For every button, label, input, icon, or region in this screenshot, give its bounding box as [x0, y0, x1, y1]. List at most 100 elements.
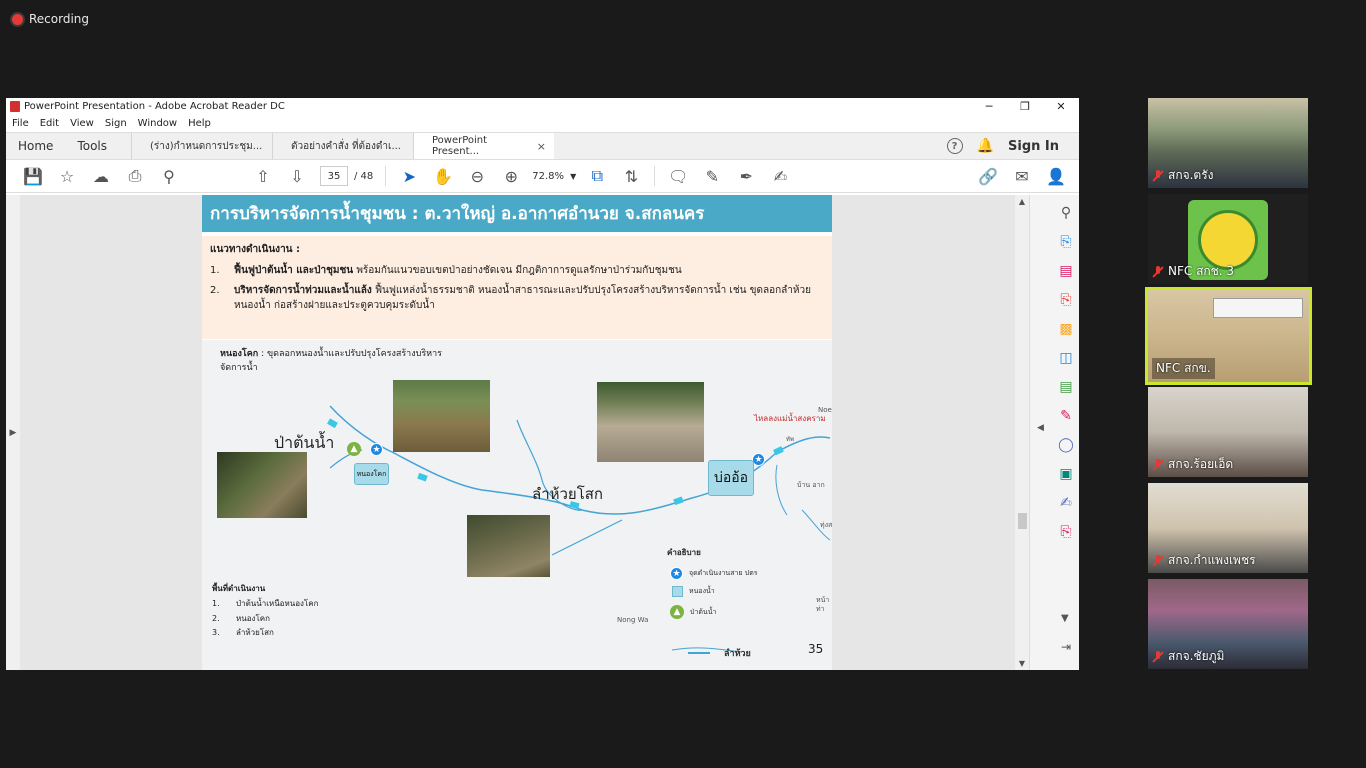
- photo-forest: [217, 452, 307, 518]
- close-tab-icon[interactable]: ×: [537, 140, 546, 153]
- participant-name: สกจ.กำแพงเพชร: [1152, 551, 1256, 570]
- mic-muted-icon: [1152, 458, 1164, 471]
- minimize-button[interactable]: ─: [971, 100, 1007, 113]
- tab-home[interactable]: Home: [6, 133, 65, 159]
- enhance-scan-icon[interactable]: ▣: [1056, 464, 1076, 484]
- help-icon[interactable]: ?: [946, 138, 963, 154]
- map-edge-label: บ้าน อาก: [797, 481, 825, 489]
- toolbar-divider: [654, 166, 656, 186]
- fill-sign-icon[interactable]: ✍: [763, 167, 797, 186]
- vertical-scrollbar[interactable]: ▲ ▼: [1015, 195, 1029, 670]
- export-pdf-icon[interactable]: ⎘: [1056, 232, 1076, 252]
- highlight-pen-icon[interactable]: ✎: [695, 167, 729, 186]
- doc-tab-label: (ร่าง)กำหนดการประชุม...: [150, 140, 263, 152]
- menu-view[interactable]: View: [70, 118, 94, 129]
- protect-shield-icon[interactable]: ◯: [1056, 435, 1076, 455]
- banner: [1213, 298, 1303, 318]
- pdf-page: การบริหารจัดการน้ำชุมชน : ต.วาใหญ่ อ.อาก…: [202, 195, 832, 670]
- upload-cloud-icon[interactable]: ☁: [84, 167, 118, 186]
- legend-item: หนองน้ำ: [672, 586, 715, 597]
- zoom-in-icon[interactable]: ⊕: [494, 167, 528, 186]
- draw-icon[interactable]: ✒: [729, 167, 763, 186]
- town-label: Nong Wa: [617, 616, 649, 624]
- menu-window[interactable]: Window: [138, 118, 177, 129]
- scroll-thumb[interactable]: [1018, 513, 1027, 529]
- create-pdf-icon[interactable]: ⎘: [1056, 290, 1076, 310]
- label-outflow: ไหลลงแม่น้ำสงคราม: [754, 414, 826, 423]
- expand-tools-icon[interactable]: ▼: [1061, 613, 1069, 624]
- compress-icon[interactable]: ▤: [1056, 377, 1076, 397]
- select-cursor-icon[interactable]: ➤: [392, 167, 426, 186]
- maximize-button[interactable]: ❐: [1007, 100, 1043, 113]
- more-tools-icon[interactable]: ⎘: [1056, 522, 1076, 542]
- participant-tile[interactable]: NFC สกช. 3: [1148, 194, 1308, 284]
- comment-icon[interactable]: 🗨: [661, 167, 695, 186]
- participant-tile[interactable]: สกจ.ตรัง: [1148, 98, 1308, 188]
- share-export-icon[interactable]: ⇥: [1061, 640, 1071, 654]
- search-tool-icon[interactable]: ⚲: [1056, 203, 1076, 223]
- doc-tab-label: ตัวอย่างคำสั่ง ที่ต้องดำเ...: [291, 140, 401, 152]
- pond-square-icon: [672, 586, 683, 597]
- participant-tile[interactable]: สกจ.ชัยภูมิ: [1148, 579, 1308, 669]
- doc-tab-command[interactable]: ตัวอย่างคำสั่ง ที่ต้องดำเ...: [272, 133, 413, 159]
- scroll-mode-icon[interactable]: ⇅: [614, 167, 648, 186]
- recording-dot-icon: [12, 13, 23, 25]
- guideline-item: 2. บริหารจัดการน้ำท่วมและน้ำแล้ง ฟื้นฟูแ…: [210, 283, 824, 313]
- participant-tile[interactable]: สกจ.กำแพงเพชร: [1148, 483, 1308, 573]
- doc-tab-agenda[interactable]: (ร่าง)กำหนดการประชุม...: [131, 133, 272, 159]
- sign-in-button[interactable]: Sign In: [1008, 139, 1059, 154]
- save-icon[interactable]: 💾: [16, 167, 50, 186]
- map-note-bold: หนองโคก: [220, 349, 259, 359]
- collapse-panel-icon[interactable]: ◀: [1037, 423, 1044, 433]
- bell-icon[interactable]: 🔔: [977, 138, 994, 154]
- zoom-out-icon[interactable]: ⊖: [460, 167, 494, 186]
- email-icon[interactable]: ✉: [1005, 167, 1039, 186]
- print-icon[interactable]: ⎙: [118, 166, 152, 186]
- share-link-icon[interactable]: 🔗: [971, 167, 1005, 186]
- add-user-icon[interactable]: 👤: [1039, 167, 1073, 186]
- page-fit-icon[interactable]: ⧉: [580, 166, 614, 186]
- menu-sign[interactable]: Sign: [105, 118, 127, 129]
- comment-tool-icon[interactable]: ▩: [1056, 319, 1076, 339]
- page-number-input[interactable]: 35: [320, 166, 348, 186]
- stream-line-icon: [688, 652, 710, 654]
- participant-tile-active[interactable]: NFC สกข.: [1145, 287, 1312, 385]
- left-panel-toggle[interactable]: ▶: [6, 195, 20, 670]
- next-page-icon[interactable]: ⇩: [280, 167, 314, 186]
- combine-files-icon[interactable]: ◫: [1056, 348, 1076, 368]
- photo-dry-pond: [597, 382, 704, 462]
- menu-edit[interactable]: Edit: [40, 118, 59, 129]
- edit-pdf-icon[interactable]: ✍: [1056, 493, 1076, 513]
- scroll-down-icon[interactable]: ▼: [1015, 659, 1029, 668]
- menu-help[interactable]: Help: [188, 118, 211, 129]
- find-icon[interactable]: ⚲: [152, 167, 186, 186]
- area-item: 2. หนองโคก: [212, 613, 270, 623]
- participant-tile[interactable]: สกจ.ร้อยเอ็ด: [1148, 387, 1308, 477]
- doc-tab-powerpoint[interactable]: PowerPoint Present... ×: [413, 133, 554, 159]
- area-heading: พื้นที่ดำเนินงาน: [212, 584, 266, 593]
- slide-title: การบริหารจัดการน้ำชุมชน : ต.วาใหญ่ อ.อาก…: [202, 195, 832, 232]
- fill-sign-tool-icon[interactable]: ✎: [1056, 406, 1076, 426]
- legend-heading: คำอธิบาย: [667, 548, 701, 557]
- participant-name: สกจ.ตรัง: [1152, 166, 1214, 185]
- item-text: พร้อมกันแนวขอบเขตป่าอย่างชัดเจน มีกฎติกา…: [353, 265, 682, 276]
- toolbar-divider: [385, 166, 387, 186]
- item-number: 1.: [210, 265, 220, 276]
- tree-marker-icon: ▲: [670, 605, 684, 619]
- acrobat-app-icon: [10, 101, 20, 112]
- logo-seal: [1198, 210, 1258, 270]
- previous-page-icon[interactable]: ⇧: [246, 167, 280, 186]
- close-window-button[interactable]: ✕: [1043, 100, 1079, 113]
- star-marker-icon: ★: [370, 443, 383, 456]
- bookmark-star-icon[interactable]: ☆: [50, 167, 84, 186]
- map-note: หนองโคก : ขุดลอกหนองน้ำและปรับปรุงโครงสร…: [220, 347, 442, 376]
- star-marker-icon: ★: [670, 567, 683, 580]
- map-note-text2: จัดการน้ำ: [220, 363, 258, 374]
- tab-tools[interactable]: Tools: [65, 133, 119, 159]
- hand-tool-icon[interactable]: ✋: [426, 167, 460, 186]
- map-edge-label: Noe: [818, 406, 832, 414]
- zoom-select[interactable]: 72.8% ▼: [528, 166, 580, 186]
- scroll-up-icon[interactable]: ▲: [1015, 197, 1029, 206]
- menu-file[interactable]: File: [12, 118, 29, 129]
- organize-pages-icon[interactable]: ▤: [1056, 261, 1076, 281]
